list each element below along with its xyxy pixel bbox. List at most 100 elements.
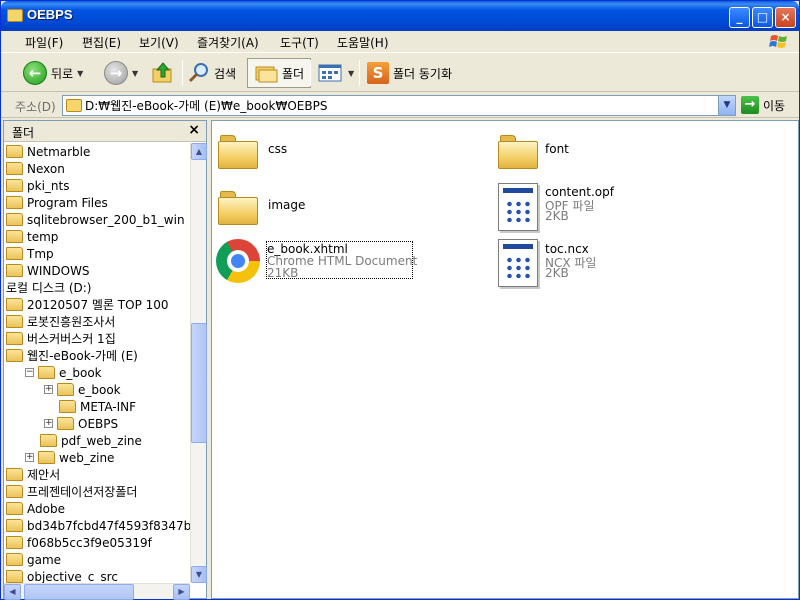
menu-tools[interactable]: 도구(T) <box>280 34 319 51</box>
tree-item-label: pdf_web_zine <box>61 433 142 448</box>
forward-dropdown-icon[interactable]: ▼ <box>132 69 138 78</box>
menu-favorites[interactable]: 즐겨찾기(A) <box>197 34 259 51</box>
back-button[interactable]: ← 뒤로 ▼ <box>23 58 83 88</box>
address-dropdown-icon[interactable]: ▼ <box>718 96 735 115</box>
folder-icon <box>6 570 23 583</box>
file-item-css[interactable]: css <box>218 131 418 175</box>
scrollbar-thumb[interactable] <box>191 323 207 443</box>
folder-icon <box>218 131 258 169</box>
tree-item[interactable]: WINDOWS <box>6 262 90 279</box>
tree-item[interactable]: 20120507 멜론 TOP 100 <box>6 296 169 313</box>
folder-icon <box>40 434 57 447</box>
tree-item[interactable]: Program Files <box>6 194 108 211</box>
folders-button[interactable]: 폴더 <box>247 58 312 88</box>
tree-item[interactable]: 로컬 디스크 (D:) <box>6 279 91 296</box>
tree-item[interactable]: 프레젠테이션저장폴더 <box>6 483 137 500</box>
windows-logo-icon <box>769 35 787 48</box>
expand-icon[interactable]: + <box>44 385 53 394</box>
scroll-down-icon[interactable]: ▼ <box>191 566 207 583</box>
tree-item[interactable]: objective_c_src <box>6 568 118 583</box>
toolbar-separator <box>359 60 360 86</box>
tree-item[interactable]: f068b5cc3f9e05319f <box>6 534 152 551</box>
menu-view[interactable]: 보기(V) <box>139 34 179 51</box>
folder-icon <box>218 187 258 225</box>
tree-item[interactable]: Tmp <box>6 245 54 262</box>
folders-icon <box>255 66 278 83</box>
file-item-toc-ncx[interactable]: toc.ncx NCX 파일 2KB <box>498 239 698 291</box>
folder-icon <box>59 400 76 413</box>
folder-icon <box>6 196 23 209</box>
tree-item[interactable]: game <box>6 551 61 568</box>
folder-icon <box>6 162 23 175</box>
tree-item[interactable]: META-INF <box>44 398 136 415</box>
folder-icon <box>38 451 55 464</box>
tree-item[interactable]: 웹진-eBook-가메 (E) <box>6 347 138 364</box>
title-bar[interactable]: OEBPS _ □ × <box>1 1 799 31</box>
address-input[interactable]: D:₩웹진-eBook-가메 (E)₩e_book₩OEBPS ▼ <box>62 95 736 116</box>
expand-icon[interactable]: + <box>25 453 34 462</box>
folder-up-icon <box>152 62 172 83</box>
folders-pane-header: 폴더 × <box>4 121 206 142</box>
tree-item-label: 제안서 <box>27 468 61 482</box>
tree-item[interactable]: 제안서 <box>6 466 60 483</box>
forward-button[interactable]: → ▼ <box>104 58 138 88</box>
sync-icon: S <box>367 62 389 84</box>
close-icon[interactable]: × <box>188 122 200 138</box>
tree-item[interactable]: Adobe <box>6 500 65 517</box>
tree-item-label: Program Files <box>27 195 108 210</box>
tree-item[interactable]: Netmarble <box>6 143 90 160</box>
tree-item[interactable]: Nexon <box>6 160 65 177</box>
search-button[interactable]: 검색 <box>188 58 236 88</box>
folders-label: 폴더 <box>282 66 305 81</box>
expand-icon[interactable]: + <box>44 419 53 428</box>
folder-icon <box>6 553 23 566</box>
scroll-up-icon[interactable]: ▲ <box>191 143 207 160</box>
folder-icon <box>6 145 23 158</box>
toolbar-separator <box>182 60 183 86</box>
folder-icon <box>6 298 23 311</box>
tree-item[interactable]: pki_nts <box>6 177 69 194</box>
views-button[interactable]: ▼ <box>318 58 354 88</box>
scroll-right-icon[interactable]: ▶ <box>173 584 190 600</box>
minimize-button[interactable]: _ <box>729 7 750 28</box>
up-button[interactable] <box>151 58 175 88</box>
tree-item-label: 로컬 디스크 (D:) <box>6 281 92 295</box>
vertical-scrollbar[interactable]: ▲ ▼ <box>190 143 207 583</box>
file-item-font[interactable]: font <box>498 131 698 175</box>
horizontal-scrollbar[interactable]: ◀ ▶ <box>4 583 190 600</box>
tree-item[interactable]: 버스커버스커 1집 <box>6 330 116 347</box>
address-value[interactable]: D:₩웹진-eBook-가메 (E)₩e_book₩OEBPS <box>85 97 327 114</box>
close-button[interactable]: × <box>775 7 796 28</box>
back-dropdown-icon[interactable]: ▼ <box>77 69 83 78</box>
tree-item[interactable]: + e_book <box>44 381 121 398</box>
tree-item[interactable]: temp <box>6 228 58 245</box>
tree-item[interactable]: bd34b7fcbd47f4593f8347b45a0 <box>6 517 190 534</box>
maximize-button[interactable]: □ <box>752 7 773 28</box>
document-icon <box>498 239 538 287</box>
tree-item[interactable]: 로봇진흥원조사서 <box>6 313 115 330</box>
menu-help[interactable]: 도움말(H) <box>337 34 389 51</box>
file-item-content-opf[interactable]: content.opf OPF 파일 2KB <box>498 183 698 235</box>
file-name: font <box>545 142 569 156</box>
folder-sync-button[interactable]: S 폴더 동기화 <box>367 58 452 88</box>
views-dropdown-icon[interactable]: ▼ <box>348 69 354 78</box>
file-item-image[interactable]: image <box>218 187 418 231</box>
tree-item-label: 로봇진흥원조사서 <box>27 315 116 329</box>
scroll-left-icon[interactable]: ◀ <box>4 584 21 600</box>
menu-file[interactable]: 파일(F) <box>25 34 63 51</box>
tree-item[interactable]: sqlitebrowser_200_b1_win <box>6 211 185 228</box>
menu-edit[interactable]: 편집(E) <box>82 34 121 51</box>
tree-item[interactable]: + web_zine <box>25 449 114 466</box>
folder-icon <box>6 468 23 481</box>
tree-item[interactable]: + OEBPS <box>44 415 118 432</box>
scrollbar-thumb[interactable] <box>24 584 134 600</box>
go-button[interactable]: → 이동 <box>741 96 785 114</box>
collapse-icon[interactable]: − <box>25 368 34 377</box>
tree-item[interactable]: − e_book <box>25 364 102 381</box>
file-name: css <box>268 142 288 156</box>
file-item-e-book-xhtml[interactable]: e_book.xhtml Chrome HTML Document 21KB <box>216 239 417 289</box>
tree-item[interactable]: pdf_web_zine <box>25 432 142 449</box>
tree-item-label: sqlitebrowser_200_b1_win <box>27 212 185 227</box>
search-label: 검색 <box>214 66 237 81</box>
folders-pane-title: 폴더 <box>12 126 35 140</box>
